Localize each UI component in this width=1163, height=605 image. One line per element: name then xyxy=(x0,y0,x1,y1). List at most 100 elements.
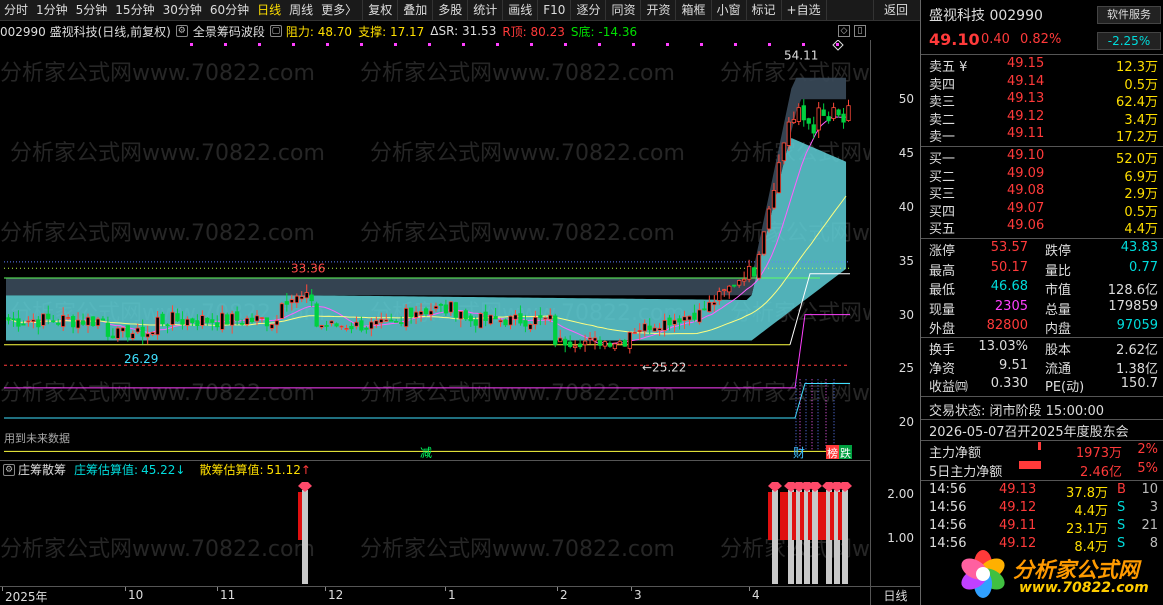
toolbar-btn-0[interactable]: 分时 xyxy=(0,0,32,21)
candle-body xyxy=(279,303,285,319)
candle-body xyxy=(761,231,767,255)
stat-label: 最高 xyxy=(929,263,956,279)
candle-body xyxy=(314,303,319,327)
toolbar-btn-14[interactable]: F10 xyxy=(539,0,569,21)
candle-body xyxy=(776,162,782,194)
rtop-value: 80.23 xyxy=(530,24,565,39)
bid-price: 49.06 xyxy=(1007,218,1045,233)
stat-label: 量比 xyxy=(1045,263,1072,279)
candle-body xyxy=(443,304,449,314)
candle-body xyxy=(553,315,558,345)
sector-button[interactable]: 软件服务 xyxy=(1097,6,1161,24)
ask-row[interactable]: 卖四 49.14 0.5万 xyxy=(921,74,1163,93)
toolbar-btn-13[interactable]: 画线 xyxy=(504,0,536,21)
toolbar-btn-19[interactable]: 小窗 xyxy=(713,0,745,21)
flow-bar xyxy=(1038,442,1041,450)
candle-body xyxy=(727,285,732,293)
ask-row[interactable]: 卖五 ¥ 49.15 12.3万 xyxy=(921,56,1163,75)
candle-body xyxy=(234,311,240,321)
toolbar-separator xyxy=(675,0,677,21)
indicator-settings-icon[interactable]: ⚙ xyxy=(175,25,188,37)
event-notice[interactable]: 2026-05-07召开2025年度股东会 xyxy=(929,421,1163,440)
ask-row[interactable]: 卖一 49.11 17.2万 xyxy=(921,126,1163,145)
support-label: 支撑: xyxy=(358,24,387,39)
bid-row[interactable]: 买四 49.07 0.5万 xyxy=(921,200,1163,220)
main-chart-maximize-icon[interactable]: ▯ xyxy=(854,25,866,37)
toolbar-btn-17[interactable]: 开资 xyxy=(642,0,674,21)
indicator-name[interactable]: 全景筹码波段 xyxy=(193,23,265,40)
support-readout: 支撑: 17.17 xyxy=(358,23,424,40)
period-label[interactable]: 日线 xyxy=(870,586,920,605)
toolbar-btn-16[interactable]: 同资 xyxy=(607,0,639,21)
candle-body xyxy=(41,313,46,326)
logo-url-text: www.70822.com xyxy=(1019,580,1149,596)
flow-row: 5日主力净额 2.46亿 5% xyxy=(921,461,1163,480)
toolbar-btn-7[interactable]: 周线 xyxy=(285,0,317,21)
bid-row[interactable]: 买五 49.06 4.4万 xyxy=(921,218,1163,237)
toolbar-btn-10[interactable]: 叠加 xyxy=(399,0,431,21)
sub-title[interactable]: 庄筹散筹 xyxy=(18,461,66,478)
toolbar-btn-4[interactable]: 30分钟 xyxy=(159,0,206,21)
toolbar-btn-6[interactable]: 日线 xyxy=(253,0,285,21)
candle-body xyxy=(413,311,419,318)
candlestick-chart[interactable]: 分析家公式网www.70822.com 分析家公式网www.70822.com 分析… xyxy=(0,40,870,460)
candle-body xyxy=(707,301,712,313)
toolbar-btn-21[interactable]: +自选 xyxy=(783,0,825,21)
tick-volume: 4.4万 xyxy=(1074,504,1108,519)
candle-body xyxy=(100,318,106,321)
candle-body xyxy=(369,321,374,330)
candle-body xyxy=(791,119,796,123)
main-chart-close-icon[interactable]: ◇ xyxy=(838,25,850,37)
sub-settings-icon[interactable]: ⚙ xyxy=(3,463,15,476)
toolbar-btn-3[interactable]: 15分钟 xyxy=(111,0,158,21)
candle-body xyxy=(294,295,299,304)
candle-body xyxy=(846,105,851,121)
top-signal-dot xyxy=(700,43,703,46)
low2-annotation: ←25.22 xyxy=(642,361,686,375)
bid-row[interactable]: 买二 49.09 6.9万 xyxy=(921,166,1163,185)
candle-body xyxy=(617,341,623,345)
chip-bar-chart[interactable]: 分析家公式网www.70822.com 分析家公式网www.70822.com 分析… xyxy=(0,478,870,586)
ask-label: 卖一 xyxy=(929,130,956,145)
stat-label: 净资 xyxy=(929,361,956,377)
ask-row[interactable]: 卖二 49.12 3.4万 xyxy=(921,109,1163,128)
candle-body xyxy=(508,315,513,326)
candle-body xyxy=(36,319,41,328)
bid-label: 买四 xyxy=(929,204,956,220)
toolbar-btn-8[interactable]: 更多〉 xyxy=(317,0,361,21)
rtop-readout: R顶: 80.23 xyxy=(502,23,565,40)
stat-value: 50.17 xyxy=(990,259,1028,275)
bid-volume: 4.4万 xyxy=(1124,222,1158,237)
toolbar-btn-9[interactable]: 复权 xyxy=(364,0,396,21)
toolbar-btn-15[interactable]: 逐分 xyxy=(572,0,604,21)
toolbar-btn-18[interactable]: 箱框 xyxy=(677,0,709,21)
toolbar-btn-1[interactable]: 1分钟 xyxy=(32,0,72,21)
toolbar-btn-5[interactable]: 60分钟 xyxy=(206,0,253,21)
top-signal-dot xyxy=(326,43,329,46)
chip-bar-red xyxy=(838,492,842,540)
stat-row: 换手 13.03% 股本 2.62亿 xyxy=(921,339,1163,358)
candle-body xyxy=(543,317,548,320)
candle-body xyxy=(577,343,583,348)
indicator-toggle-icon[interactable]: ▢ xyxy=(269,25,282,37)
candle-body xyxy=(269,324,275,329)
sc-up-arrow-icon: ↑ xyxy=(300,462,311,477)
candle-body xyxy=(215,322,220,328)
ask-row[interactable]: 卖三 49.13 62.4万 xyxy=(921,91,1163,110)
date-axis: 2025年 10 11 12 1 2 3 4 xyxy=(0,586,870,605)
bid-row[interactable]: 买一 49.10 52.0万 xyxy=(921,148,1163,167)
candle-body xyxy=(70,316,76,328)
back-button[interactable]: 返回 xyxy=(873,0,918,21)
candle-body xyxy=(786,121,792,146)
candle-body xyxy=(418,311,424,316)
tick-row: 14:56 49.12 4.4万 S 3 xyxy=(921,500,1163,519)
bid-price: 49.07 xyxy=(1007,200,1045,216)
bid-row[interactable]: 买三 49.08 2.9万 xyxy=(921,183,1163,202)
toolbar-btn-11[interactable]: 多股 xyxy=(434,0,466,21)
candle-body xyxy=(389,319,394,322)
toolbar-btn-2[interactable]: 5分钟 xyxy=(72,0,112,21)
toolbar-btn-12[interactable]: 统计 xyxy=(469,0,501,21)
top-signal-dot xyxy=(598,43,601,46)
toolbar-btn-20[interactable]: 标记 xyxy=(748,0,780,21)
candle-body xyxy=(21,323,26,326)
